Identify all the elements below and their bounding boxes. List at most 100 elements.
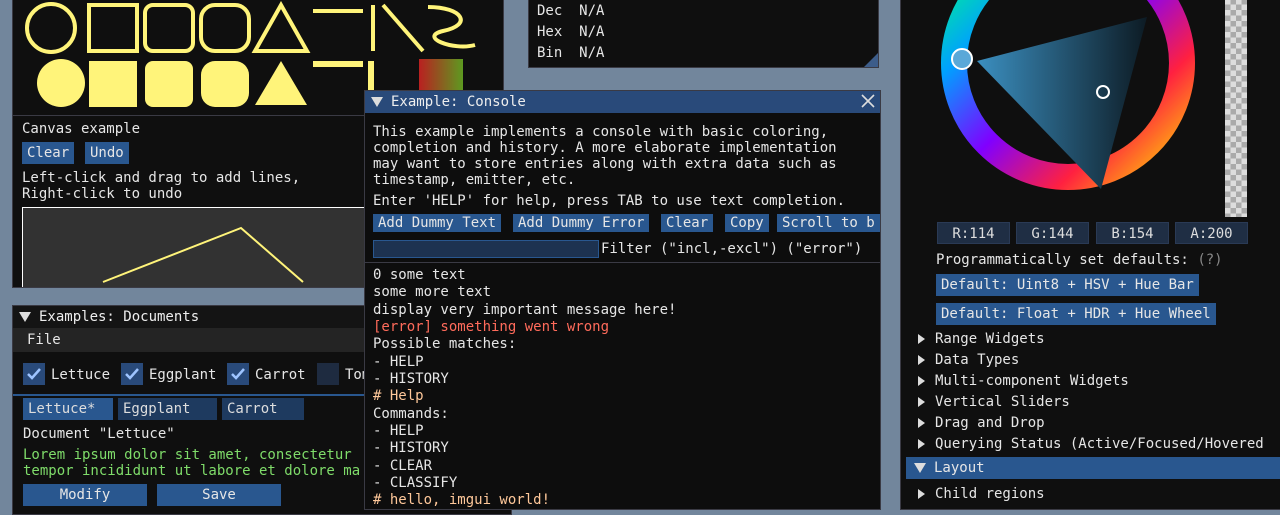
checkbox-eggplant[interactable] xyxy=(121,363,143,385)
hue-picker-handle xyxy=(951,48,973,70)
modify-button[interactable]: Modify xyxy=(23,484,147,506)
alpha-channel[interactable]: A:200 xyxy=(1175,222,1248,244)
log-line: - CLEAR xyxy=(373,458,433,474)
canvas-help-line1: Left-click and drag to add lines, xyxy=(22,170,301,186)
filled-bar-h xyxy=(313,61,363,67)
drawing-canvas[interactable] xyxy=(22,207,374,287)
console-hint: Enter 'HELP' for help, press TAB to use … xyxy=(373,193,846,209)
color-gradient-square xyxy=(419,59,463,91)
console-intro-2: completion and history. A more elaborate… xyxy=(373,140,837,156)
add-dummy-error-button[interactable]: Add Dummy Error xyxy=(513,214,650,232)
checkbox-tomato[interactable] xyxy=(317,363,339,385)
hex-row: Hex N/A xyxy=(537,24,605,40)
console-intro-4: timestamp, emitter, etc. xyxy=(373,172,576,188)
checkbox-carrot-label: Carrot xyxy=(255,367,306,383)
outline-circle xyxy=(25,2,77,54)
outline-line-diag xyxy=(381,3,425,53)
demo-window-right: R:114 G:144 B:154 A:200 Programmatically… xyxy=(900,0,1280,510)
tree-range-widgets[interactable]: Range Widgets xyxy=(918,330,1045,348)
tree-vertical-sliders[interactable]: Vertical Sliders xyxy=(918,393,1070,411)
filled-triangle xyxy=(255,61,307,105)
red-channel[interactable]: R:114 xyxy=(937,222,1010,244)
dec-value: N/A xyxy=(579,3,605,19)
filled-rounded-square xyxy=(145,61,193,107)
lorem-line2: tempor incididunt ut labore et dolore ma xyxy=(23,463,361,479)
log-line: - CLASSIFY xyxy=(373,475,458,491)
collapse-arrow-icon[interactable] xyxy=(19,312,31,322)
resize-grip[interactable] xyxy=(864,53,878,67)
document-title: Document "Lettuce" xyxy=(23,426,175,442)
defaults-label: Programmatically set defaults: (?) xyxy=(936,252,1223,268)
filled-circle xyxy=(37,59,85,107)
log-line-comment: # hello, imgui world! xyxy=(373,492,551,508)
tree-multi-component[interactable]: Multi-component Widgets xyxy=(918,372,1129,390)
green-channel[interactable]: G:144 xyxy=(1016,222,1089,244)
chevron-right-icon xyxy=(918,418,925,428)
checkbox-carrot[interactable] xyxy=(227,363,249,385)
checkbox-lettuce-label: Lettuce xyxy=(51,367,111,383)
save-button[interactable]: Save xyxy=(157,484,281,506)
clear-console-button[interactable]: Clear xyxy=(661,214,714,232)
outline-triangle xyxy=(251,1,311,53)
dec-row: Dec N/A xyxy=(537,3,605,19)
log-line: - HISTORY xyxy=(373,440,449,456)
log-line: display very important message here! xyxy=(373,302,677,318)
log-line: some more text xyxy=(373,284,492,300)
blue-channel[interactable]: B:154 xyxy=(1096,222,1169,244)
clear-button[interactable]: Clear xyxy=(22,142,75,164)
tab-carrot[interactable]: Carrot xyxy=(222,398,304,420)
alpha-bar[interactable] xyxy=(1225,0,1247,217)
tree-drag-and-drop[interactable]: Drag and Drop xyxy=(918,414,1045,432)
scroll-to-bottom-button[interactable]: Scroll to b xyxy=(777,214,880,232)
documents-title: Examples: Documents xyxy=(39,309,200,325)
chevron-right-icon xyxy=(918,355,925,365)
outline-rounded-square-2 xyxy=(199,3,251,53)
lorem-line1: Lorem ipsum dolor sit amet, consectetur xyxy=(23,447,352,463)
add-dummy-text-button[interactable]: Add Dummy Text xyxy=(373,214,502,232)
log-line: Commands: xyxy=(373,406,449,422)
filter-label: Filter ("incl,-excl") ("error") xyxy=(601,241,863,257)
copy-button[interactable]: Copy xyxy=(725,214,769,232)
undo-button[interactable]: Undo xyxy=(85,142,129,164)
tree-child-regions[interactable]: Child regions xyxy=(918,485,1045,503)
chevron-right-icon xyxy=(918,334,925,344)
filter-input[interactable] xyxy=(373,240,599,258)
outline-rounded-square xyxy=(143,3,195,53)
chevron-right-icon xyxy=(918,376,925,386)
log-line: 0 some text xyxy=(373,267,466,283)
console-title: Example: Console xyxy=(391,94,526,110)
tree-data-types[interactable]: Data Types xyxy=(918,351,1019,369)
console-intro-3: may want to store entries along with ext… xyxy=(373,156,837,172)
collapse-arrow-icon[interactable] xyxy=(371,97,383,107)
help-marker[interactable]: (?) xyxy=(1197,252,1222,268)
default-float-button[interactable]: Default: Float + HDR + Hue Wheel xyxy=(936,303,1216,325)
menu-file[interactable]: File xyxy=(27,332,61,348)
filled-rounded-square-2 xyxy=(201,61,249,107)
number-panel: Dec N/A Hex N/A Bin N/A xyxy=(528,0,879,68)
default-uint8-button[interactable]: Default: Uint8 + HSV + Hue Bar xyxy=(936,274,1199,296)
canvas-help-line2: Right-click to undo xyxy=(22,186,183,202)
log-line-error: [error] something went wrong xyxy=(373,319,610,335)
outline-square xyxy=(87,3,139,53)
filled-square xyxy=(89,61,137,107)
outline-curve xyxy=(427,5,476,49)
console-intro-1: This example implements a console with b… xyxy=(373,124,829,140)
console-titlebar[interactable]: Example: Console xyxy=(365,91,880,113)
canvas-title: Canvas example xyxy=(22,121,141,137)
checkbox-eggplant-label: Eggplant xyxy=(149,367,217,383)
console-log: 0 some text some more text display very … xyxy=(365,267,880,509)
tree-querying-status[interactable]: Querying Status (Active/Focused/Hovered xyxy=(918,435,1264,453)
checkbox-lettuce[interactable] xyxy=(23,363,45,385)
chevron-right-icon xyxy=(918,439,925,449)
color-wheel[interactable] xyxy=(941,0,1211,199)
close-icon[interactable] xyxy=(860,93,876,109)
tab-eggplant[interactable]: Eggplant xyxy=(118,398,217,420)
chevron-right-icon xyxy=(918,489,925,499)
bin-value: N/A xyxy=(579,45,605,61)
collapse-arrow-icon xyxy=(914,463,926,473)
log-line: - HISTORY xyxy=(373,371,449,387)
log-line: - HELP xyxy=(373,354,424,370)
hex-value: N/A xyxy=(579,24,605,40)
tab-lettuce[interactable]: Lettuce* xyxy=(23,398,113,420)
layout-header[interactable]: Layout xyxy=(906,457,1280,479)
